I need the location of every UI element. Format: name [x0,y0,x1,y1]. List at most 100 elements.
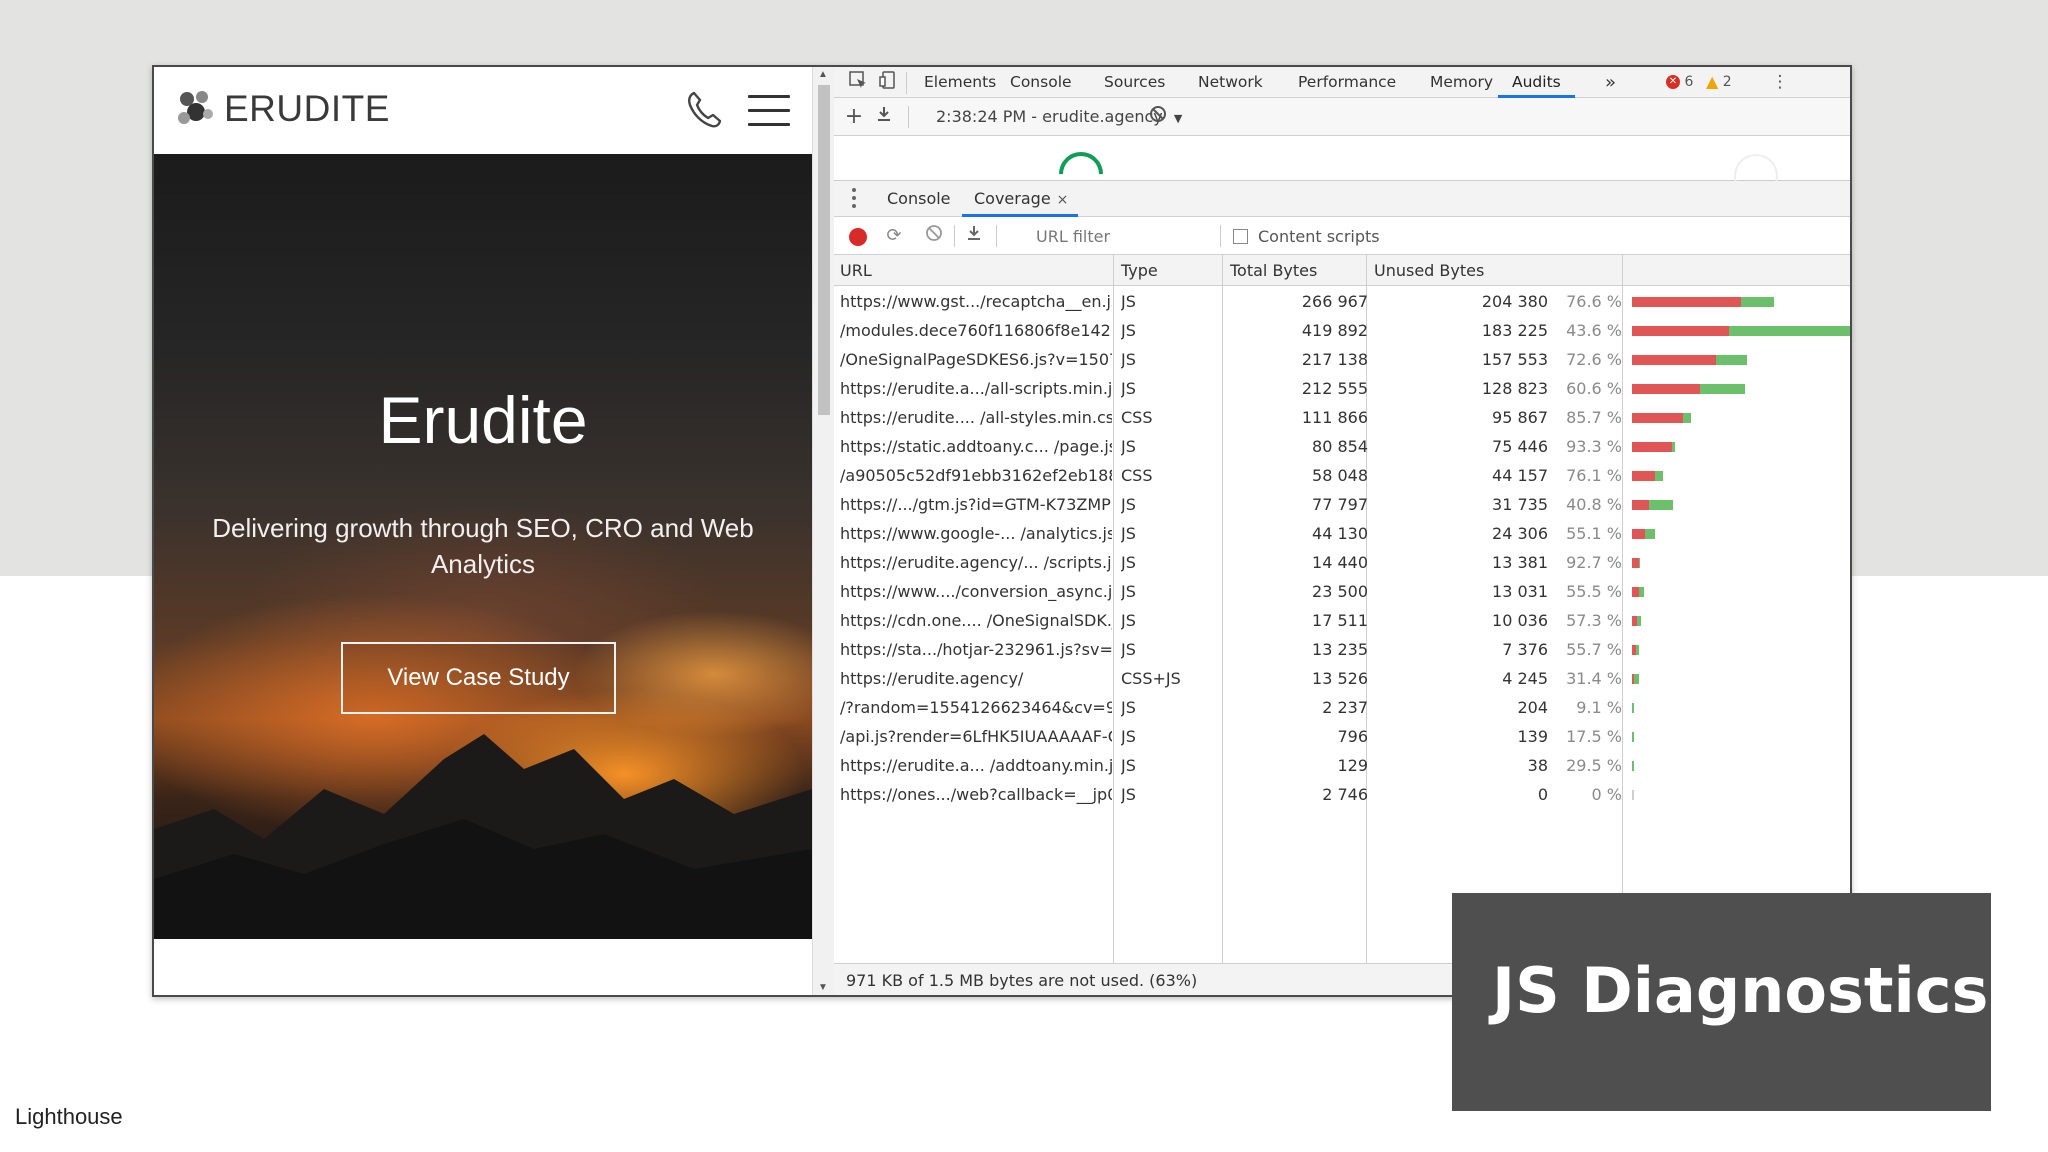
close-tab-icon[interactable]: × [1057,192,1069,208]
warning-count: 2 [1722,74,1732,90]
device-toolbar-icon[interactable] [876,70,900,94]
scroll-up-icon[interactable]: ▲ [818,69,828,80]
unused-percent-cell: 31.4 % [1566,669,1622,688]
content-scripts-checkbox[interactable] [1233,229,1248,244]
reload-icon[interactable]: ⟳ [882,224,906,248]
footer-label: Lighthouse [15,1104,123,1129]
total-bytes-cell: 111 866 [1301,408,1368,427]
unused-bytes-bar [1632,326,1730,336]
table-row[interactable]: /api.js?render=6LfHK5IUAAAAAF-C JS 796 139 1… [834,722,1850,751]
tab-network[interactable]: Network [1198,67,1263,98]
clear-reports-icon[interactable] [1146,105,1170,129]
view-case-study-button[interactable]: View Case Study [341,642,616,714]
more-tabs-icon[interactable]: » [1605,67,1616,98]
add-audit-icon[interactable]: + [842,105,866,129]
column-header-total-bytes[interactable]: Total Bytes [1230,255,1317,286]
type-cell: JS [1121,350,1136,369]
type-cell: JS [1121,292,1136,311]
used-bytes-bar [1682,413,1692,423]
tab-elements[interactable]: Elements [924,67,996,98]
drawer-tab-coverage[interactable]: Coverage × [962,181,1079,217]
type-cell: JS [1121,379,1136,398]
unused-bytes-bar [1632,471,1656,481]
used-bytes-bar [1632,732,1634,742]
erudite-logo-icon[interactable] [176,88,216,128]
table-row[interactable]: https://erudite.agency/... /scripts.js JS… [834,548,1850,577]
drawer-tab-console[interactable]: Console [887,181,951,217]
table-row[interactable]: https://static.addtoany.c... /page.js JS 8… [834,432,1850,461]
usage-bar-cell [1629,519,1850,548]
error-count: 6 [1684,74,1694,90]
tab-sources[interactable]: Sources [1104,67,1165,98]
used-bytes-bar [1644,529,1656,539]
column-header-type[interactable]: Type [1121,255,1158,286]
used-bytes-bar [1740,297,1774,307]
download-report-icon[interactable] [872,105,896,129]
table-row[interactable]: https://.../gtm.js?id=GTM-K73ZMP5 JS 77 79… [834,490,1850,519]
table-row[interactable]: https://www.gst.../recaptcha__en.js JS 266… [834,287,1850,316]
table-row[interactable]: /a90505c52df91ebb3162ef2eb188f CSS 58 048 4… [834,461,1850,490]
url-cell: https://erudite.agency/ [840,669,1024,688]
inspect-element-icon[interactable] [846,70,870,94]
table-row[interactable]: https://ones.../web?callback=__jp0 JS 2 74… [834,780,1850,809]
column-header-url[interactable]: URL [840,255,872,286]
hero-section: Erudite Delivering growth through SEO, C… [154,154,812,939]
preview-scrollbar[interactable]: ▲ ▼ [812,67,834,995]
table-row[interactable]: /modules.dece760f116806f8e142.js JS 419 89… [834,316,1850,345]
total-bytes-cell: 17 511 [1312,611,1368,630]
coverage-tab-label: Coverage [974,189,1051,208]
unused-percent-cell: 55.5 % [1566,582,1622,601]
used-bytes-bar [1632,703,1634,713]
tab-performance[interactable]: Performance [1298,67,1396,98]
hero-subtitle: Delivering growth through SEO, CRO and W… [212,513,754,579]
type-cell: JS [1121,785,1136,804]
column-header-unused-bytes[interactable]: Unused Bytes [1374,255,1484,286]
unused-percent-cell: 76.1 % [1566,466,1622,485]
tab-memory[interactable]: Memory [1430,67,1493,98]
record-icon[interactable] [849,228,867,246]
total-bytes-cell: 14 440 [1312,553,1368,572]
used-bytes-bar [1637,616,1642,626]
unused-bytes-cell: 0 [1537,785,1548,804]
type-cell: JS [1121,437,1136,456]
type-cell: JS [1121,727,1136,746]
table-row[interactable]: https://cdn.one.... /OneSignalSDK.js JS 17… [834,606,1850,635]
unused-bytes-cell: 95 867 [1492,408,1548,427]
table-row[interactable]: https://www..../conversion_async.js JS 23 … [834,577,1850,606]
url-filter-input[interactable]: URL filter [1036,227,1110,246]
audit-report-preview [834,136,1850,206]
content-scripts-toggle[interactable]: Content scripts [1233,227,1380,246]
warning-counter[interactable]: ▲ 2 [1706,72,1732,92]
table-row[interactable]: https://www.google-... /analytics.js JS 44… [834,519,1850,548]
usage-bar-cell [1629,751,1850,780]
toolbar-separator [1220,225,1221,247]
error-counter[interactable]: ✕ 6 [1666,72,1693,92]
hamburger-menu-icon[interactable] [748,95,790,127]
tab-audits[interactable]: Audits [1498,67,1575,98]
total-bytes-cell: 44 130 [1312,524,1368,543]
scrollbar-thumb[interactable] [818,85,830,415]
unused-percent-cell: 40.8 % [1566,495,1622,514]
tab-console[interactable]: Console [1010,67,1072,98]
table-row[interactable]: https://erudite.... /all-styles.min.css C… [834,403,1850,432]
table-row[interactable]: https://erudite.a.../all-scripts.min.js J… [834,374,1850,403]
export-icon[interactable] [962,224,986,248]
table-row[interactable]: https://erudite.a... /addtoany.min.js JS 1… [834,751,1850,780]
url-cell: /modules.dece760f116806f8e142.js [840,321,1112,340]
type-cell: JS [1121,640,1136,659]
url-cell: https://.../gtm.js?id=GTM-K73ZMP5 [840,495,1112,514]
clear-icon[interactable] [922,224,946,248]
table-row[interactable]: https://erudite.agency/CSS+JS 13 526 4 245… [834,664,1850,693]
phone-icon[interactable] [686,89,722,129]
scroll-down-icon[interactable]: ▼ [818,982,828,993]
dropdown-caret-icon: ▼ [1173,112,1183,125]
kebab-menu-icon[interactable]: ⋮ [1768,70,1792,94]
total-bytes-cell: 2 237 [1322,698,1368,717]
site-logo-text[interactable]: ERUDITE [224,87,390,131]
unused-percent-cell: 17.5 % [1566,727,1622,746]
table-row[interactable]: https://sta.../hotjar-232961.js?sv=5 JS 13… [834,635,1850,664]
table-row[interactable]: /OneSignalPageSDKES6.js?v=15070 JS 217 138… [834,345,1850,374]
drawer-menu-icon[interactable] [852,188,858,212]
used-bytes-bar [1634,674,1640,684]
table-row[interactable]: /?random=1554126623464&cv=9& JS 2 237 204 9.… [834,693,1850,722]
